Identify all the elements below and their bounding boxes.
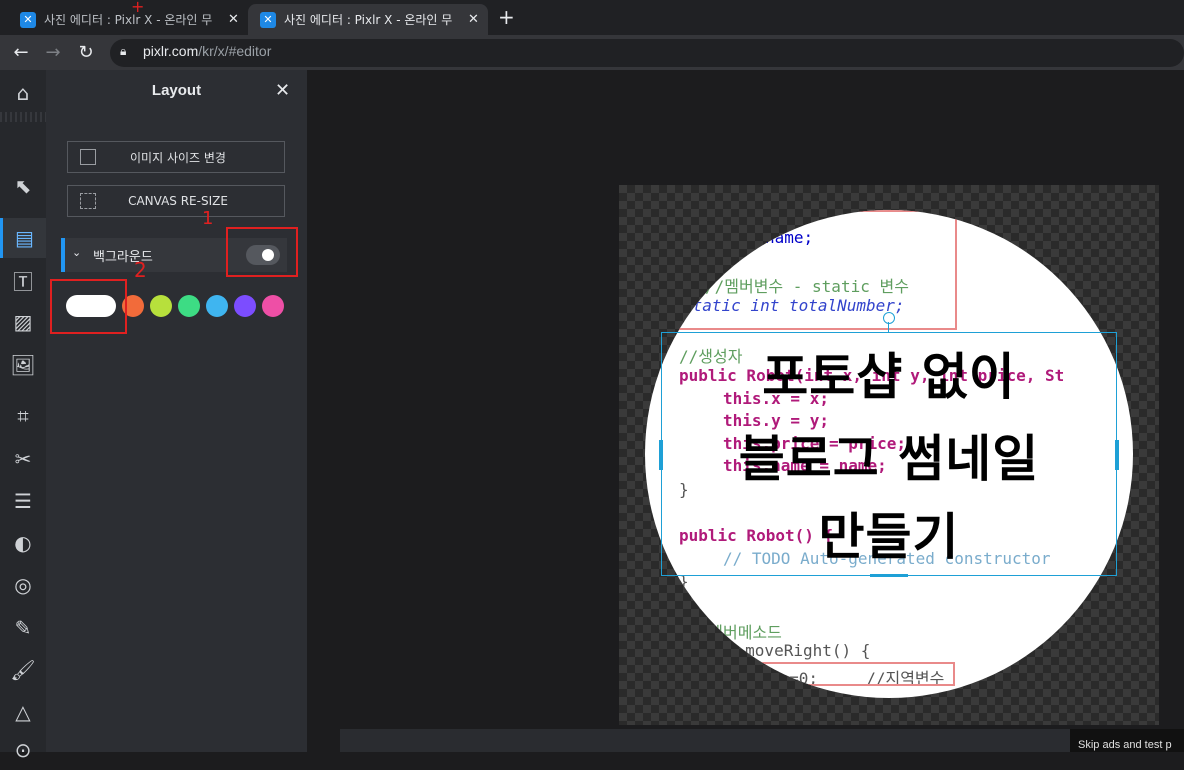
code-highlight-box	[745, 662, 955, 686]
layout-tool-icon[interactable]: ▤	[0, 218, 46, 258]
url-host: pixlr.com	[143, 43, 199, 59]
crop-tool-icon[interactable]: ⌗	[0, 396, 46, 436]
lock-icon: 🔒︎	[120, 44, 127, 58]
code-line: //멤버메소드	[689, 623, 782, 642]
resize-handle-bottom[interactable]	[870, 574, 908, 577]
swatch-pink[interactable]	[262, 295, 284, 317]
new-tab-button[interactable]: +	[498, 5, 515, 29]
panel-title: Layout	[151, 82, 202, 99]
tab-close-icon[interactable]: ✕	[468, 12, 479, 27]
draw-tool-icon[interactable]: 🖌︎	[0, 650, 46, 690]
annotation-box-swatch	[50, 279, 127, 334]
tab-close-icon[interactable]: ✕	[228, 12, 239, 27]
element-tool-icon[interactable]: ▨	[0, 302, 46, 342]
liquify-tool-icon[interactable]: △	[0, 692, 46, 732]
adjust-tool-icon[interactable]: ☰	[0, 481, 46, 521]
more-tool-icon[interactable]: ⊙	[0, 730, 46, 770]
selection-frame	[661, 332, 1117, 576]
annotation-box-toggle	[226, 227, 298, 277]
pixlr-favicon-icon: ✕	[260, 11, 276, 28]
annotation-plus: +	[131, 0, 145, 16]
arrange-tool-icon[interactable]: ⬉	[0, 166, 46, 206]
skip-ads-banner[interactable]: Skip ads and test p	[1070, 729, 1184, 752]
swatch-purple[interactable]	[234, 295, 256, 317]
forward-icon[interactable]: →	[41, 41, 65, 65]
url-path: /kr/x/#editor	[198, 43, 272, 59]
rotate-handle[interactable]	[883, 312, 895, 324]
image-resize-button[interactable]: 이미지 사이즈 변경	[67, 141, 285, 173]
browser-tab-1[interactable]: ✕ 사진 에디터 : Pixlr X - 온라인 무 ✕	[8, 4, 248, 35]
swatch-blue[interactable]	[206, 295, 228, 317]
chevron-down-icon: ⌄	[72, 246, 82, 259]
pixlr-favicon-icon: ✕	[20, 11, 36, 28]
retouch-tool-icon[interactable]: ✎	[0, 608, 46, 648]
panel-close-icon[interactable]: ✕	[275, 80, 290, 101]
canvas-resize-button[interactable]: CANVAS RE-SIZE	[67, 185, 285, 217]
cutout-tool-icon[interactable]: ✂	[0, 439, 46, 479]
code-line: void moveRight() {	[697, 641, 871, 660]
image-resize-label: 이미지 사이즈 변경	[130, 150, 226, 165]
bottom-bar	[340, 729, 1070, 752]
canvas-resize-icon	[80, 193, 96, 209]
resize-icon	[80, 149, 96, 165]
back-icon[interactable]: ←	[9, 41, 33, 65]
swatch-lime[interactable]	[150, 295, 172, 317]
canvas-resize-label: CANVAS RE-SIZE	[128, 194, 228, 208]
effect-tool-icon[interactable]: ◎	[0, 565, 46, 605]
image-tool-icon[interactable]: 🖼︎	[0, 345, 46, 385]
resize-handle-right[interactable]	[1115, 440, 1119, 470]
resize-handle-left[interactable]	[659, 440, 663, 470]
home-icon[interactable]: ⌂	[0, 73, 46, 113]
url-text: pixlr.com/kr/x/#editor	[143, 43, 271, 59]
annotation-number-2: 2	[134, 258, 147, 282]
text-tool-icon[interactable]: 🅃︎	[0, 260, 46, 300]
reload-icon[interactable]: ↻	[74, 41, 98, 65]
tab-title: 사진 에디터 : Pixlr X - 온라인 무	[284, 13, 453, 27]
annotation-number-1: 1	[202, 208, 214, 229]
filter-tool-icon[interactable]: ◐	[0, 523, 46, 563]
rotate-handle-line	[888, 322, 889, 332]
code-highlight-box	[675, 210, 957, 330]
browser-tab-2[interactable]: ✕ 사진 에디터 : Pixlr X - 온라인 무 ✕	[248, 4, 488, 35]
swatch-green[interactable]	[178, 295, 200, 317]
